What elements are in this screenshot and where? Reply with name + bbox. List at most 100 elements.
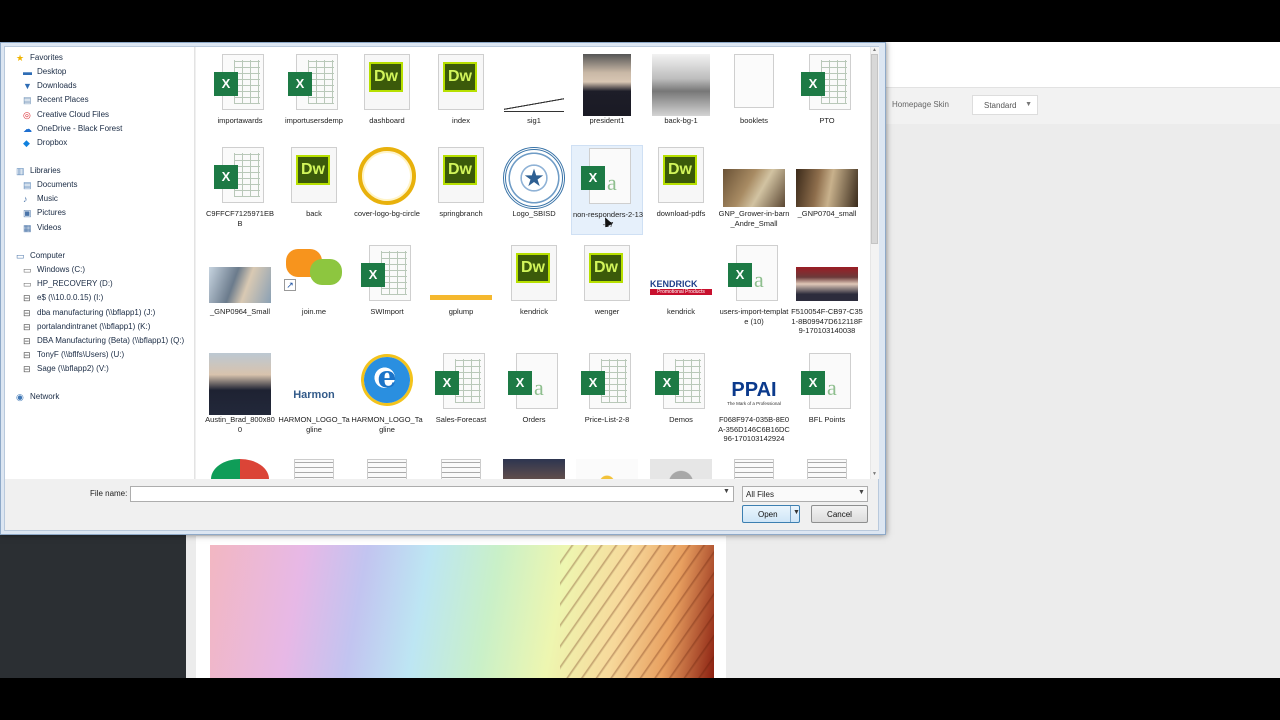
letterbox-bottom (0, 678, 1280, 720)
nav-item-lib-2[interactable]: ▣ Pictures (23, 207, 190, 221)
kendrick-wordmark: KENDRICK (650, 279, 698, 289)
open-button[interactable]: Open (742, 505, 800, 523)
file-item[interactable]: F510054F-CB97-C351-8B09947D612118F9-1701… (791, 243, 863, 335)
file-item[interactable]: Ximportusersdemp (278, 52, 350, 142)
file-item[interactable]: Dw index (425, 52, 497, 142)
nav-item-comp-1[interactable]: ▭ HP_RECOVERY (D:) (23, 278, 190, 292)
file-item[interactable]: Harmon HARMON_LOGO_Tagline (278, 351, 350, 451)
file-item[interactable]: ↗ join.me (278, 243, 350, 333)
file-item[interactable]: Austin_Brad_800x800 (204, 351, 276, 451)
excel-x-badge: X (508, 371, 532, 395)
navigation-pane: ★ Favorites ▬ Desktop ▼ Downloads ▤ Recent Plac… (5, 47, 195, 479)
file-name-label: cover-logo-bg-circle (354, 209, 420, 218)
file-item-partial[interactable] (791, 459, 863, 479)
nav-label: Windows (C:) (37, 265, 86, 274)
file-item[interactable]: X Price-List-2-8 (571, 351, 643, 451)
nav-label: OneDrive - Black Forest (37, 123, 123, 133)
nav-item-comp-4[interactable]: ⊟ portalandintranet (\\bflapp1) (K:) (23, 321, 190, 335)
nav-item-comp-2[interactable]: ⊟ e$ (\\10.0.0.15) (I:) (23, 292, 190, 306)
cancel-button[interactable]: Cancel (811, 505, 868, 523)
nav-item-fav-3[interactable]: ◎ Creative Cloud Files (23, 109, 190, 123)
nav-label: Music (37, 194, 58, 204)
chevron-down-icon[interactable]: ▼ (858, 489, 865, 496)
nav-item-fav-1[interactable]: ▼ Downloads (23, 80, 190, 94)
file-item-partial[interactable] (351, 459, 423, 479)
nav-item-comp-3[interactable]: ⊟ dba manufacturing (\\bflapp1) (J:) (23, 307, 190, 321)
harmon-logo-thumbnail: Harmon (283, 389, 345, 409)
nav-item-fav-4[interactable]: ☁ OneDrive - Black Forest (23, 123, 190, 137)
computer-icon: ▭ (16, 251, 25, 261)
nav-item-comp-0[interactable]: ▭ Windows (C:) (23, 264, 190, 278)
nav-header-favorites[interactable]: ★ Favorites (16, 52, 190, 66)
excel-x-badge: X (214, 165, 238, 189)
file-item-partial[interactable] (498, 459, 570, 479)
nav-item-lib-1[interactable]: ♪ Music (23, 193, 190, 207)
open-options-chevron-icon[interactable]: ▼ (793, 509, 800, 516)
nav-item-comp-6[interactable]: ⊟ TonyF (\\bflfs\Users) (U:) (23, 349, 190, 363)
chevron-down-icon[interactable]: ▼ (723, 488, 730, 495)
file-item-partial[interactable] (645, 459, 717, 479)
excel-file-icon: aX (508, 353, 560, 411)
file-item-partial[interactable] (718, 459, 790, 479)
file-item[interactable]: Dw dashboard (351, 52, 423, 142)
file-item[interactable]: Dw back (278, 145, 350, 235)
nav-item-lib-0[interactable]: ▤ Documents (23, 179, 190, 193)
dreamweaver-file-icon: Dw (511, 245, 557, 301)
file-name-input[interactable] (130, 486, 734, 502)
file-name-label: Price-List-2-8 (584, 415, 630, 424)
file-item[interactable]: a X BFL Points (791, 351, 863, 451)
nav-header-computer[interactable]: ▭ Computer (16, 250, 190, 264)
nav-header-libraries[interactable]: ▥ Libraries (16, 165, 190, 179)
file-item[interactable]: a Xusers-import-template (10) (718, 243, 790, 333)
file-item[interactable]: X SWImport (351, 243, 423, 333)
file-item[interactable]: GNP_Grower-in-barn_Andre_Small (718, 145, 790, 235)
scrollbar-thumb[interactable] (871, 54, 878, 244)
file-item[interactable]: Dw kendrick (498, 243, 570, 333)
file-item[interactable]: _GNP0704_small (791, 145, 863, 235)
dw-badge: Dw (369, 62, 403, 92)
nav-header-network[interactable]: ◉ Network (16, 391, 190, 405)
file-item[interactable]: X Sales-Forecast (425, 351, 497, 451)
nav-item-fav-2[interactable]: ▤ Recent Places (23, 94, 190, 108)
excel-x-badge: X (288, 72, 312, 96)
file-item[interactable]: e HARMON_LOGO_Tagline (351, 351, 423, 451)
file-item-partial[interactable] (425, 459, 497, 479)
nav-item-comp-5[interactable]: ⊟ DBA Manufacturing (Beta) (\\bflapp1) (Q… (23, 335, 190, 349)
file-item[interactable]: _GNP0964_Small (204, 243, 276, 333)
file-item[interactable]: X Demos (645, 351, 717, 451)
file-item[interactable]: sig1 (498, 52, 570, 142)
file-item[interactable]: cover-logo-bg-circle (351, 145, 423, 235)
scroll-up-icon[interactable]: ▲ (871, 47, 878, 54)
file-item[interactable]: Dw download-pdfs (645, 145, 717, 235)
excel-x-badge: X (801, 371, 825, 395)
file-item[interactable]: X PTO (791, 52, 863, 142)
file-item[interactable]: Ximportawards (204, 52, 276, 142)
file-item[interactable]: Dw wenger (571, 243, 643, 333)
file-item[interactable]: a X Orders (498, 351, 570, 451)
nav-item-comp-7[interactable]: ⊟ Sage (\\bflapp2) (V:) (23, 363, 190, 377)
nav-item-lib-3[interactable]: ▦ Videos (23, 222, 190, 236)
file-item[interactable]: booklets (718, 52, 790, 142)
file-item[interactable]: X C9FFCF7125971EBB (204, 145, 276, 235)
file-item[interactable]: president1 (571, 52, 643, 142)
scroll-down-icon[interactable]: ▼ (871, 471, 878, 478)
file-item-partial[interactable] (278, 459, 350, 479)
file-item[interactable]: KENDRICK Promotional Products kendrick (645, 243, 717, 333)
file-name-label: Sales-Forecast (435, 415, 487, 424)
file-item[interactable]: PPAI The Mark of a Professional F068F974-0… (718, 351, 790, 451)
ppai-logo-thumbnail: PPAI The Mark of a Professional (723, 379, 785, 411)
kendrick-logo-thumbnail: KENDRICK Promotional Products (650, 279, 712, 299)
file-item[interactable]: Dw springbranch (425, 145, 497, 235)
homepage-skin-select[interactable]: Standard ▼ (972, 95, 1038, 115)
file-type-select[interactable]: All Files (742, 486, 868, 502)
file-item[interactable]: ★ Logo_SBISD (498, 145, 570, 235)
excel-x-badge: X (435, 371, 459, 395)
homepage-skin-value: Standard (984, 101, 1017, 110)
nav-item-fav-5[interactable]: ◆ Dropbox (23, 137, 190, 151)
nav-item-fav-0[interactable]: ▬ Desktop (23, 66, 190, 80)
file-item[interactable]: back-bg-1 (645, 52, 717, 142)
file-item-partial[interactable] (204, 459, 276, 479)
file-item[interactable]: gplump (425, 243, 497, 333)
file-name-label: download-pdfs (656, 209, 706, 218)
file-item-partial[interactable] (571, 459, 643, 479)
